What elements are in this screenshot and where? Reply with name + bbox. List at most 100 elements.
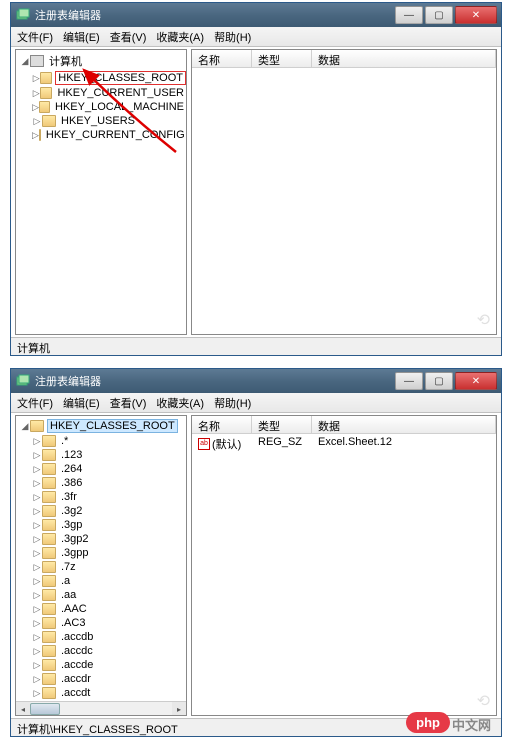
tree-item[interactable]: ▷.* bbox=[16, 434, 186, 448]
tree-item[interactable]: ▷ .264 bbox=[16, 462, 186, 476]
expand-icon[interactable]: ▷ bbox=[32, 116, 42, 127]
tree-item-hkcu[interactable]: ▷ HKEY_CURRENT_USER bbox=[16, 86, 186, 100]
menu-favorites[interactable]: 收藏夹(A) bbox=[156, 29, 204, 45]
list-row[interactable]: ab(默认) REG_SZ Excel.Sheet.12 bbox=[192, 434, 496, 454]
scroll-thumb[interactable] bbox=[30, 703, 60, 715]
expand-icon[interactable]: ▷ bbox=[32, 548, 42, 559]
expand-icon[interactable]: ▷ bbox=[32, 520, 42, 531]
col-name[interactable]: 名称 bbox=[192, 50, 252, 67]
tree-item[interactable]: ▷.AAC bbox=[16, 602, 186, 616]
tree-item-hkcr[interactable]: ◢ HKEY_CLASSES_ROOT bbox=[16, 418, 186, 434]
tree-item-label: .264 bbox=[59, 463, 84, 475]
collapse-icon[interactable]: ◢ bbox=[20, 56, 30, 67]
expand-icon[interactable]: ▷ bbox=[32, 478, 42, 489]
scroll-right-button[interactable]: ▸ bbox=[172, 702, 186, 716]
col-data[interactable]: 数据 bbox=[312, 416, 496, 433]
list-pane[interactable]: 名称 类型 数据 ⟲ bbox=[191, 49, 497, 335]
tree-item-label: HKEY_LOCAL_MACHINE bbox=[53, 101, 186, 113]
expand-icon[interactable]: ▷ bbox=[32, 674, 42, 685]
tree-pane[interactable]: ◢ HKEY_CLASSES_ROOT ▷.*▷.123▷.264▷.386▷.… bbox=[15, 415, 187, 716]
collapse-icon[interactable]: ◢ bbox=[20, 421, 30, 432]
expand-icon[interactable]: ▷ bbox=[32, 534, 42, 545]
menu-favorites[interactable]: 收藏夹(A) bbox=[156, 395, 204, 411]
tree-item[interactable]: ▷.3g2 bbox=[16, 504, 186, 518]
expand-icon[interactable]: ▷ bbox=[32, 492, 42, 503]
minimize-button[interactable]: — bbox=[395, 6, 423, 24]
tree-item[interactable]: ▷.7z bbox=[16, 560, 186, 574]
expand-icon[interactable]: ▷ bbox=[32, 506, 42, 517]
horizontal-scrollbar[interactable]: ◂ ▸ bbox=[16, 701, 186, 715]
expand-icon[interactable]: ▷ bbox=[32, 130, 39, 141]
expand-icon[interactable]: ▷ bbox=[32, 88, 40, 99]
list-body bbox=[192, 68, 496, 334]
scroll-left-button[interactable]: ◂ bbox=[16, 702, 30, 716]
expand-icon[interactable]: ▷ bbox=[32, 716, 42, 717]
expand-icon[interactable]: ▷ bbox=[32, 450, 42, 461]
close-button[interactable]: ✕ bbox=[455, 6, 497, 24]
app-icon bbox=[15, 7, 31, 23]
expand-icon[interactable]: ▷ bbox=[32, 688, 42, 699]
tree-item[interactable]: ▷.AC3 bbox=[16, 616, 186, 630]
list-pane[interactable]: 名称 类型 数据 ab(默认) REG_SZ Excel.Sheet.12 ⟲ bbox=[191, 415, 497, 716]
expand-icon[interactable]: ▷ bbox=[32, 632, 42, 643]
expand-icon[interactable]: ▷ bbox=[32, 646, 42, 657]
expand-icon[interactable]: ▷ bbox=[32, 576, 42, 587]
expand-icon[interactable]: ▷ bbox=[32, 618, 42, 629]
col-name[interactable]: 名称 bbox=[192, 416, 252, 433]
watermark: ⟲ bbox=[477, 310, 490, 330]
folder-icon bbox=[42, 645, 56, 657]
maximize-button[interactable]: ▢ bbox=[425, 6, 453, 24]
tree-root[interactable]: ◢ 计算机 bbox=[16, 52, 186, 70]
tree-item-hku[interactable]: ▷ HKEY_USERS bbox=[16, 114, 186, 128]
menu-view[interactable]: 查看(V) bbox=[110, 395, 147, 411]
expand-icon[interactable]: ▷ bbox=[32, 73, 40, 84]
expand-icon[interactable]: ▷ bbox=[32, 590, 42, 601]
menu-edit[interactable]: 编辑(E) bbox=[63, 29, 100, 45]
tree-item[interactable]: ▷.accdr bbox=[16, 672, 186, 686]
tree-item[interactable]: ▷.3gpp bbox=[16, 546, 186, 560]
menu-help[interactable]: 帮助(H) bbox=[214, 395, 251, 411]
tree-item[interactable]: ▷.aa bbox=[16, 588, 186, 602]
tree-item-hklm[interactable]: ▷ HKEY_LOCAL_MACHINE bbox=[16, 100, 186, 114]
tree-item-label: .386 bbox=[59, 477, 84, 489]
titlebar[interactable]: 注册表编辑器 — ▢ ✕ bbox=[11, 3, 501, 27]
menu-view[interactable]: 查看(V) bbox=[110, 29, 147, 45]
menu-help[interactable]: 帮助(H) bbox=[214, 29, 251, 45]
tree-item[interactable]: ▷ .accdb bbox=[16, 630, 186, 644]
expand-icon[interactable]: ▷ bbox=[32, 464, 42, 475]
folder-icon bbox=[42, 519, 56, 531]
folder-icon bbox=[39, 101, 50, 113]
tree-item[interactable]: ▷.accde bbox=[16, 658, 186, 672]
tree-item-label: .accdb bbox=[59, 631, 95, 643]
tree-item[interactable]: ▷.3fr bbox=[16, 490, 186, 504]
tree-item[interactable]: ▷.123 bbox=[16, 448, 186, 462]
window-title: 注册表编辑器 bbox=[35, 7, 395, 23]
expand-icon[interactable]: ▷ bbox=[32, 562, 42, 573]
tree-item-label: HKEY_USERS bbox=[59, 115, 137, 127]
col-data[interactable]: 数据 bbox=[312, 50, 496, 67]
tree-item[interactable]: ▷.3gp2 bbox=[16, 532, 186, 546]
maximize-button[interactable]: ▢ bbox=[425, 372, 453, 390]
expand-icon[interactable]: ▷ bbox=[32, 436, 42, 447]
tree-item[interactable]: ▷.3gp bbox=[16, 518, 186, 532]
minimize-button[interactable]: — bbox=[395, 372, 423, 390]
tree-item-hkcc[interactable]: ▷ HKEY_CURRENT_CONFIG bbox=[16, 128, 186, 142]
close-button[interactable]: ✕ bbox=[455, 372, 497, 390]
tree-item-hkcr[interactable]: ▷ HKEY_CLASSES_ROOT bbox=[16, 70, 186, 86]
tree-pane[interactable]: ◢ 计算机 ▷ HKEY_CLASSES_ROOT ▷ HKEY_CURRENT… bbox=[15, 49, 187, 335]
tree-item[interactable]: ▷.accdt bbox=[16, 686, 186, 700]
folder-icon bbox=[42, 589, 56, 601]
titlebar[interactable]: 注册表编辑器 — ▢ ✕ bbox=[11, 369, 501, 393]
tree-item[interactable]: ▷ .386 bbox=[16, 476, 186, 490]
menu-edit[interactable]: 编辑(E) bbox=[63, 395, 100, 411]
tree-item[interactable]: ▷.accdc bbox=[16, 644, 186, 658]
menu-file[interactable]: 文件(F) bbox=[17, 29, 53, 45]
col-type[interactable]: 类型 bbox=[252, 50, 312, 67]
tree-item[interactable]: ▷ .a bbox=[16, 574, 186, 588]
tree-item-label: .a bbox=[59, 575, 72, 587]
expand-icon[interactable]: ▷ bbox=[32, 660, 42, 671]
menu-file[interactable]: 文件(F) bbox=[17, 395, 53, 411]
expand-icon[interactable]: ▷ bbox=[32, 102, 39, 113]
col-type[interactable]: 类型 bbox=[252, 416, 312, 433]
expand-icon[interactable]: ▷ bbox=[32, 604, 42, 615]
